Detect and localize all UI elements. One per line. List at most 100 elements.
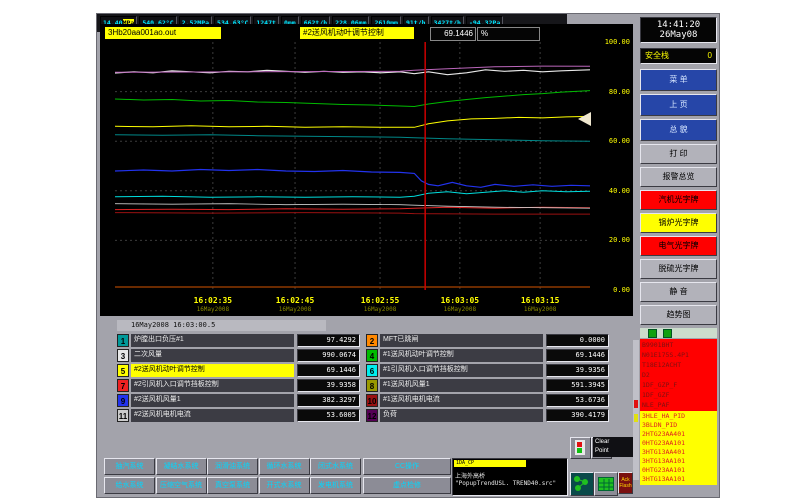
alarm-tag[interactable]: 3HTG13AA401 xyxy=(642,448,717,457)
pen-value: 69.1446 xyxy=(546,349,609,362)
pen-row-4[interactable]: 4#1送风机动叶调节控制69.1446 xyxy=(366,349,609,362)
alarm-tag[interactable]: 3HTG13AA101 xyxy=(642,475,717,484)
trend-line-furnace-pressure xyxy=(115,135,590,141)
sidebar-button[interactable]: 电气光字牌 xyxy=(640,236,717,256)
clock-date: 26May08 xyxy=(641,30,716,40)
pen-color-swatch: 2 xyxy=(366,334,378,347)
pen-value: 97.4292 xyxy=(297,334,360,347)
pen-color-swatch: 11 xyxy=(117,409,129,422)
sidebar-button[interactable]: 打 印 xyxy=(640,144,717,164)
sidebar-buttons: 菜 单上 页总 貌打 印报警总览汽机光字牌锅炉光字牌电气光字牌脱硫光字牌静 音趋… xyxy=(640,69,717,325)
pen-label: 炉膛出口负压#1 xyxy=(131,334,294,347)
keyboard-icon[interactable] xyxy=(594,472,618,496)
alarm-tag[interactable]: 3HTG13AA101 xyxy=(642,457,717,466)
trend-line-fan1-vane-control xyxy=(115,91,590,107)
alarm-tag[interactable]: N01E175S.4P1 xyxy=(642,350,717,360)
pen-color-swatch: 1 xyxy=(117,334,129,347)
pen-value: 69.1446 xyxy=(297,364,360,377)
indicator-glyph xyxy=(575,440,585,455)
trend-line-fan2-air-flow xyxy=(115,170,590,188)
nav-button[interactable]: 润滑油系统 xyxy=(207,458,258,475)
nav-button[interactable]: 真空泵系统 xyxy=(207,477,258,494)
taglist-scrollbar[interactable] xyxy=(633,340,639,480)
sidebar-button[interactable]: 静 音 xyxy=(640,282,717,302)
console-line-2: "PopupTrendUSL. TREND40.src" xyxy=(455,480,556,487)
pen-row-3[interactable]: 3二次风量990.0674 xyxy=(117,349,360,362)
alarm-tag[interactable]: B9901BHT xyxy=(642,340,717,350)
pen-row-5[interactable]: 5#2送风机动叶调节控制69.1446 xyxy=(117,364,360,377)
sidebar-button[interactable]: 汽机光字牌 xyxy=(640,190,717,210)
pen-color-swatch: 12 xyxy=(366,409,378,422)
trend-panel: 3Hb20aa001ao.out #2送风机动叶调节控制 69.1446 % 1… xyxy=(100,24,633,316)
pen-row-8[interactable]: 8#1送风机风量1591.3945 xyxy=(366,379,609,392)
pen-color-swatch: 3 xyxy=(117,349,129,362)
point-indicator-button-1[interactable] xyxy=(570,437,591,459)
dcs-trend-window: 3Hb20aa001ao.out #2送风机动叶调节控制 69.1446 % 1… xyxy=(97,14,719,497)
pen-row-12[interactable]: 12负荷390.4179 xyxy=(366,409,609,422)
pen-row-1[interactable]: 1炉膛出口负压#197.4292 xyxy=(117,334,360,347)
taglist-header-mark-1 xyxy=(648,329,657,338)
console-line-1: 上海外高桥 xyxy=(455,471,485,480)
sidebar-button[interactable]: 脱硫光字牌 xyxy=(640,259,717,279)
alarm-tag[interactable]: 1DF_GZF xyxy=(642,390,717,400)
pen-row-2[interactable]: 2MFT已跳闸0.0000 xyxy=(366,334,609,347)
nav-button[interactable]: 抽汽系统 xyxy=(104,458,155,475)
alarm-tag[interactable]: 1DF_GZP_F xyxy=(642,380,717,390)
trend-line-fan2-vane-control xyxy=(115,116,590,127)
sidebar-button[interactable]: 菜 单 xyxy=(640,69,717,91)
y-axis-label: 0.00 xyxy=(592,286,630,294)
pen-value: 990.0674 xyxy=(297,349,360,362)
clear-point-label[interactable]: Clear Point xyxy=(593,437,633,457)
time-tick: 16:03:05 xyxy=(441,296,480,305)
nav-button[interactable]: 凝结水系统 xyxy=(156,458,207,475)
sidebar-button[interactable]: 报警总览 xyxy=(640,167,717,187)
alarm-tag[interactable]: 0HTG23AA101 xyxy=(642,466,717,475)
pen-label: #2引风机入口调节挡板控制 xyxy=(131,379,294,392)
pen-row-10[interactable]: 10#1送风机电机电流53.6736 xyxy=(366,394,609,407)
pen-color-swatch: 5 xyxy=(117,364,129,377)
time-tick: 16:02:45 xyxy=(276,296,315,305)
pen-row-7[interactable]: 7#2引风机入口调节挡板控制39.9358 xyxy=(117,379,360,392)
mid-button[interactable]: CC操作 xyxy=(363,458,451,475)
date-tick: 16May2008 xyxy=(444,306,477,313)
nav-button[interactable]: 给水系统 xyxy=(104,477,155,494)
trend-line-fan1-inlet-damper xyxy=(115,191,590,197)
alarm-tag[interactable]: 3HLE_HA_PID xyxy=(642,412,717,421)
sidebar-button[interactable]: 上 页 xyxy=(640,94,717,116)
nav-button[interactable]: 开式水系统 xyxy=(259,477,310,494)
pen-label: #2送风机风量1 xyxy=(131,394,294,407)
sidebar-button[interactable]: 锅炉光字牌 xyxy=(640,213,717,233)
alarm-tag[interactable]: D2 xyxy=(642,370,717,380)
alarm-tag[interactable]: NLE_PAF xyxy=(642,400,717,410)
sidebar-button[interactable]: 趋势图 xyxy=(640,305,717,325)
network-icon[interactable] xyxy=(570,472,594,496)
mid-button[interactable]: 虚点检修 xyxy=(363,477,451,494)
y-axis-label: 20.00 xyxy=(592,236,630,244)
pen-color-swatch: 10 xyxy=(366,394,378,407)
pen-label: #2送风机电机电流 xyxy=(131,409,294,422)
alarm-tag[interactable]: 3BLDN_PID xyxy=(642,421,717,430)
nav-button[interactable]: 闭式水系统 xyxy=(310,458,361,475)
pen-row-11[interactable]: 11#2送风机电机电流53.6005 xyxy=(117,409,360,422)
alarm-tag[interactable]: T18E12ACHT xyxy=(642,360,717,370)
nav-button[interactable]: 发电机系统 xyxy=(310,477,361,494)
pen-value: 53.6736 xyxy=(546,394,609,407)
sidebar-button[interactable]: 总 貌 xyxy=(640,119,717,141)
alarm-tag[interactable]: 2HTG23AA401 xyxy=(642,430,717,439)
nav-button[interactable]: 压缩空气系统 xyxy=(156,477,207,494)
selected-pen-title[interactable]: #2送风机动叶调节控制 xyxy=(300,27,414,39)
safety-stack-label: 安全栈 xyxy=(645,49,669,63)
pen-row-9[interactable]: 9#2送风机风量1382.3297 xyxy=(117,394,360,407)
pen-label: #1送风机电机电流 xyxy=(380,394,543,407)
value-pointer-triangle[interactable] xyxy=(578,112,591,126)
date-tick: 16May2008 xyxy=(279,306,312,313)
date-tick: 16May2008 xyxy=(524,306,557,313)
trend-plot[interactable] xyxy=(115,42,590,290)
trend-tag-name[interactable]: 3Hb20aa001ao.out xyxy=(105,27,221,39)
alarm-tag[interactable]: 0HTG23AA101 xyxy=(642,439,717,448)
nav-button[interactable]: 循环水系统 xyxy=(259,458,310,475)
trend-line-fan2-motor-current xyxy=(115,204,590,209)
alarm-taglist-yellow: 3HLE_HA_PID3BLDN_PID2HTG23AA4010HTG23AA1… xyxy=(640,411,717,485)
pen-row-6[interactable]: 6#1引风机入口调节挡板控制39.9356 xyxy=(366,364,609,377)
ack-flash-button[interactable]: Ack Flash xyxy=(618,472,633,494)
